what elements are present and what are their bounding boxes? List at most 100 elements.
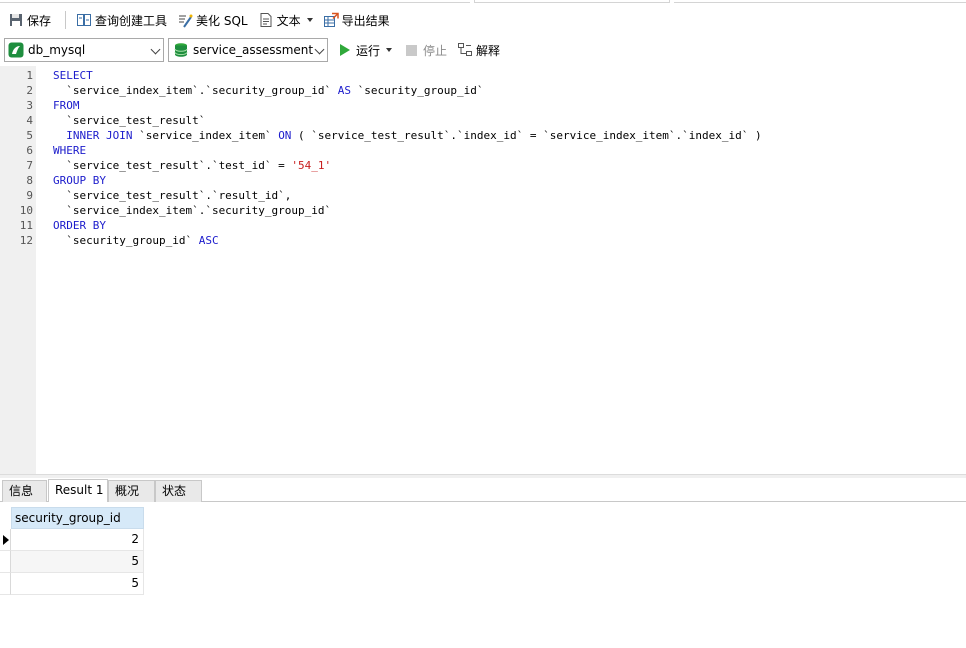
table-cell[interactable]: 5	[11, 551, 144, 573]
line-number: 10	[19, 204, 33, 217]
table-cell[interactable]: 5	[11, 573, 144, 595]
code-line[interactable]: `service_index_item`.`security_group_id`	[53, 203, 331, 218]
document-icon	[258, 12, 274, 28]
current-row-pointer-icon	[3, 535, 9, 545]
line-number: 6	[26, 144, 33, 157]
save-label: 保存	[27, 13, 52, 28]
tab-label: 概况	[115, 484, 140, 498]
column-header-security-group-id[interactable]: security_group_id	[11, 507, 144, 529]
mysql-connection-icon	[8, 42, 24, 58]
sql-text: `service_index_item`.`security_group_id`	[53, 84, 338, 97]
sql-keyword: WHERE	[53, 144, 87, 157]
connection-select[interactable]: db_mysql	[4, 38, 164, 62]
text-button[interactable]: 文本	[254, 8, 317, 32]
window-top-strip	[0, 0, 966, 4]
run-button[interactable]: 运行	[336, 38, 396, 62]
tab-info[interactable]: 信息	[2, 480, 47, 502]
sql-text: `service_index_item`	[132, 129, 279, 142]
sql-text: `service_test_result`	[53, 114, 206, 127]
query-builder-button[interactable]: 查询创建工具	[72, 8, 171, 32]
play-icon	[340, 44, 350, 56]
toolbar-separator	[65, 11, 67, 29]
database-select[interactable]: service_assessment	[168, 38, 328, 62]
code-line[interactable]: `service_test_result`.`result_id`,	[53, 188, 291, 203]
sql-keyword: ORDER BY	[53, 219, 106, 232]
row-header[interactable]	[0, 551, 11, 573]
floppy-disk-icon	[8, 12, 24, 28]
line-number: 12	[19, 234, 33, 247]
line-number: 8	[26, 174, 33, 187]
code-line[interactable]: ORDER BY	[53, 218, 106, 233]
tab-status[interactable]: 状态	[155, 480, 202, 502]
tab-overview[interactable]: 概况	[108, 480, 155, 502]
row-header[interactable]	[0, 529, 11, 551]
text-label: 文本	[276, 13, 301, 28]
sql-text: `service_index_item`.`security_group_id`	[53, 204, 332, 217]
sql-editor[interactable]: 1 SELECT 2 `service_index_item`.`security_…	[0, 66, 966, 474]
sql-keyword: ASC	[198, 234, 219, 247]
magic-wand-icon	[177, 12, 193, 28]
beautify-sql-label: 美化 SQL	[196, 13, 248, 28]
line-number: 9	[26, 189, 33, 202]
beautify-sql-button[interactable]: 美化 SQL	[173, 8, 252, 32]
code-line[interactable]: FROM	[53, 98, 80, 113]
connection-toolbar: db_mysql service_assessment 运行 停止 解释	[0, 36, 966, 64]
result-tabs: 信息 Result 1 概况 状态	[0, 478, 966, 502]
stop-icon	[406, 44, 418, 56]
query-toolbar: 保存 查询创建工具 美化 SQL 文本 导出结果	[0, 6, 966, 34]
line-number: 7	[26, 159, 33, 172]
connection-value: db_mysql	[28, 43, 86, 57]
tab-label: Result 1	[55, 483, 104, 497]
code-line[interactable]: GROUP BY	[53, 173, 106, 188]
line-number: 1	[26, 69, 33, 82]
query-builder-label: 查询创建工具	[95, 13, 168, 28]
code-line[interactable]: `service_test_result`.`test_id` = '54_1'	[53, 158, 331, 173]
line-number: 3	[26, 99, 33, 112]
line-number: 11	[19, 219, 33, 232]
sql-keyword: AS	[337, 84, 352, 97]
line-number: 2	[26, 84, 33, 97]
tab-result-1[interactable]: Result 1	[48, 479, 108, 502]
sql-keyword: FROM	[53, 99, 80, 112]
export-grid-icon	[323, 12, 339, 28]
line-number: 4	[26, 114, 33, 127]
sql-keyword: GROUP BY	[53, 174, 106, 187]
sql-text: ( `service_test_result`.`index_id` = `se…	[291, 129, 762, 142]
row-header[interactable]	[0, 573, 11, 595]
database-value: service_assessment	[193, 43, 314, 57]
sql-keyword: SELECT	[53, 69, 93, 82]
explain-label: 解释	[476, 43, 501, 58]
table-cell[interactable]: 2	[11, 529, 144, 551]
code-line[interactable]: SELECT	[53, 68, 93, 83]
code-line[interactable]: `service_test_result`	[53, 113, 205, 128]
chevron-down-icon	[150, 44, 161, 55]
line-number: 5	[26, 129, 33, 142]
sql-text: `service_test_result`.`test_id` =	[53, 159, 292, 172]
top-divider-left	[0, 0, 470, 3]
database-icon	[173, 42, 189, 58]
tab-label: 状态	[162, 484, 187, 498]
query-builder-icon	[76, 12, 92, 28]
export-results-button[interactable]: 导出结果	[319, 8, 394, 32]
explain-button[interactable]: 解释	[453, 38, 504, 62]
code-line[interactable]: WHERE	[53, 143, 86, 158]
stop-label: 停止	[423, 43, 448, 58]
chevron-down-icon[interactable]	[386, 48, 393, 52]
top-divider-right	[674, 0, 966, 3]
run-label: 运行	[356, 43, 381, 58]
sql-keyword: INNER JOIN	[66, 129, 133, 142]
tab-label: 信息	[9, 484, 34, 498]
stop-button[interactable]: 停止	[402, 38, 451, 62]
sql-string: '54_1'	[291, 159, 332, 172]
sql-text: `service_test_result`.`result_id`,	[53, 189, 292, 202]
chevron-down-icon[interactable]	[306, 18, 313, 22]
code-line[interactable]: `service_index_item`.`security_group_id`…	[53, 83, 483, 98]
explain-tree-icon	[457, 42, 473, 58]
save-button[interactable]: 保存	[4, 8, 55, 32]
chevron-down-icon	[314, 44, 325, 55]
sql-text: `security_group_id`	[53, 234, 199, 247]
export-results-label: 导出结果	[341, 13, 390, 28]
code-line[interactable]: INNER JOIN `service_index_item` ON ( `se…	[53, 128, 762, 143]
code-line[interactable]: `security_group_id` ASC	[53, 233, 219, 248]
